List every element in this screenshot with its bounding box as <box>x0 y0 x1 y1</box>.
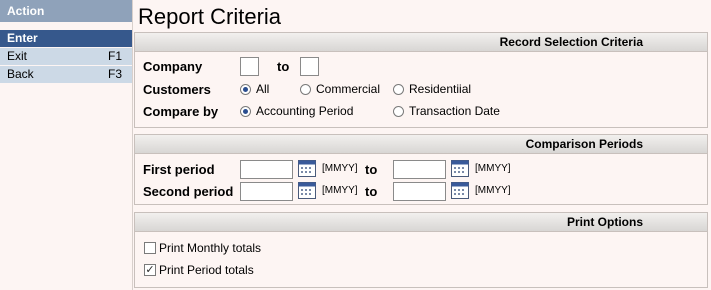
sidebar-item-label: Back <box>7 67 34 81</box>
sidebar-item-key: F1 <box>107 49 122 63</box>
calendar-icon[interactable] <box>451 182 469 199</box>
format-hint: [MMYY] <box>322 185 358 196</box>
customers-residential-label: Residentiial <box>409 82 472 96</box>
sidebar-item-exit[interactable]: Exit F1 <box>0 48 132 66</box>
print-monthly-totals-checkbox[interactable] <box>144 242 156 254</box>
record-selection-section: Record Selection Criteria Company to Cus… <box>134 32 708 128</box>
second-period-label: Second period <box>143 184 234 199</box>
customers-commercial-label: Commercial <box>316 82 381 96</box>
second-period-to-input[interactable] <box>393 182 446 201</box>
action-sidebar: Action Enter Exit F1 Back F3 <box>0 0 133 290</box>
calendar-icon[interactable] <box>451 160 469 177</box>
sidebar-header: Action <box>0 0 132 22</box>
section-header: Print Options <box>135 213 707 232</box>
first-period-label: First period <box>143 162 215 177</box>
print-period-totals-checkbox[interactable]: ✓ <box>144 264 156 276</box>
print-monthly-totals-label: Print Monthly totals <box>159 241 262 255</box>
first-period-from-input[interactable] <box>240 160 293 179</box>
compare-accounting-period-label: Accounting Period <box>256 104 354 118</box>
section-header: Record Selection Criteria <box>135 33 707 52</box>
company-from-input[interactable] <box>240 57 259 76</box>
customers-all-radio[interactable] <box>240 84 251 95</box>
sidebar-item-back[interactable]: Back F3 <box>0 66 132 84</box>
sidebar-item-label: Enter <box>7 31 38 45</box>
compare-transaction-date-radio[interactable] <box>393 106 404 117</box>
compare-transaction-date-label: Transaction Date <box>409 104 500 118</box>
to-label: to <box>365 162 378 177</box>
main-content: Report Criteria Record Selection Criteri… <box>134 0 708 290</box>
sidebar-item-label: Exit <box>7 49 28 63</box>
first-period-to-input[interactable] <box>393 160 446 179</box>
customers-residential-radio[interactable] <box>393 84 404 95</box>
compare-accounting-period-radio[interactable] <box>240 106 251 117</box>
sidebar-item-enter[interactable]: Enter <box>0 30 132 48</box>
company-to-input[interactable] <box>300 57 319 76</box>
calendar-icon[interactable] <box>298 160 316 177</box>
sidebar-item-key: F3 <box>107 67 122 81</box>
format-hint: [MMYY] <box>322 163 358 174</box>
print-options-section: Print Options Print Monthly totals ✓ Pri… <box>134 212 708 288</box>
compare-by-label: Compare by <box>143 104 219 119</box>
customers-label: Customers <box>143 82 211 97</box>
customers-commercial-radio[interactable] <box>300 84 311 95</box>
customers-all-label: All <box>256 82 270 96</box>
calendar-icon[interactable] <box>298 182 316 199</box>
to-label: to <box>277 59 290 74</box>
comparison-periods-section: Comparison Periods First period [MMYY] t… <box>134 134 708 205</box>
second-period-from-input[interactable] <box>240 182 293 201</box>
company-label: Company <box>143 59 203 74</box>
page-title: Report Criteria <box>138 4 282 29</box>
format-hint: [MMYY] <box>475 163 511 174</box>
print-period-totals-label: Print Period totals <box>159 263 254 277</box>
format-hint: [MMYY] <box>475 185 511 196</box>
section-header: Comparison Periods <box>135 135 707 154</box>
to-label: to <box>365 184 378 199</box>
